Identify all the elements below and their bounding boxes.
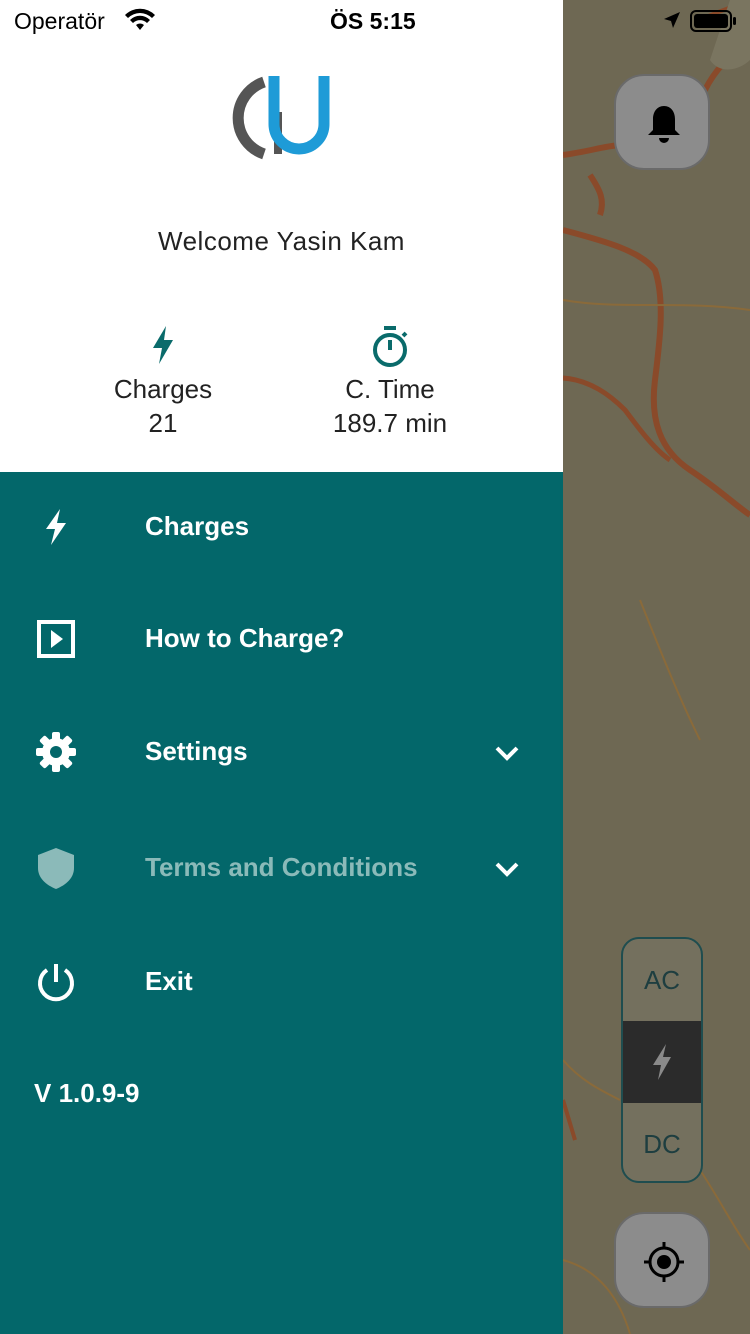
clock: ÖS 5:15 [330, 8, 416, 34]
dc-filter-button[interactable]: DC [623, 1103, 701, 1181]
crosshair-icon [644, 1242, 684, 1282]
bolt-icon [34, 505, 78, 549]
location-arrow-icon [662, 10, 682, 35]
charger-type-toggle: AC DC [621, 937, 703, 1183]
stopwatch-icon [290, 326, 490, 367]
charge-time-stat: C. Time 189.7 min [290, 326, 490, 440]
menu-item-label: Charges [145, 511, 250, 541]
navigation-drawer: Welcome Yasin Kam Charges 21 C. Time 189… [0, 0, 563, 1334]
menu-item-how-to-charge[interactable]: How to Charge? [0, 599, 563, 679]
battery-icon [690, 10, 738, 37]
charge-time-stat-value: 189.7 min [332, 408, 448, 438]
menu-item-terms[interactable]: Terms and Conditions [0, 828, 563, 908]
charges-stat-label: Charges [113, 374, 213, 404]
menu-item-label: Terms and Conditions [145, 852, 418, 882]
bolt-icon [653, 1044, 671, 1080]
drawer-header: Welcome Yasin Kam Charges 21 C. Time 189… [0, 0, 563, 472]
charge-time-stat-label: C. Time [345, 374, 435, 404]
notifications-button[interactable] [614, 74, 710, 170]
app-logo [226, 72, 336, 164]
carrier-label: Operatör [14, 8, 105, 34]
menu-item-charges[interactable]: Charges [0, 487, 563, 567]
menu-item-label: Settings [145, 736, 248, 766]
play-box-icon [34, 617, 78, 661]
charges-stat: Charges 21 [63, 326, 263, 440]
bolt-icon [63, 326, 263, 366]
menu-item-label: How to Charge? [145, 623, 345, 653]
menu-item-exit[interactable]: Exit [0, 942, 563, 1022]
app-version: V 1.0.9-9 [34, 1078, 140, 1108]
charges-stat-value: 21 [148, 408, 178, 438]
all-chargers-filter-button[interactable] [623, 1021, 701, 1103]
power-icon [34, 960, 78, 1004]
bell-icon [648, 106, 680, 143]
menu-item-settings[interactable]: Settings [0, 712, 563, 792]
gear-icon [34, 730, 78, 774]
chevron-down-icon[interactable] [492, 738, 522, 768]
my-location-button[interactable] [614, 1212, 710, 1308]
menu-item-label: Exit [145, 966, 193, 996]
status-bar: Operatör ÖS 5:15 [0, 0, 750, 40]
ac-filter-button[interactable]: AC [623, 939, 701, 1021]
shield-icon [34, 846, 78, 890]
chevron-down-icon[interactable] [492, 854, 522, 884]
welcome-text: Welcome Yasin Kam [158, 226, 405, 256]
wifi-icon [124, 8, 156, 37]
